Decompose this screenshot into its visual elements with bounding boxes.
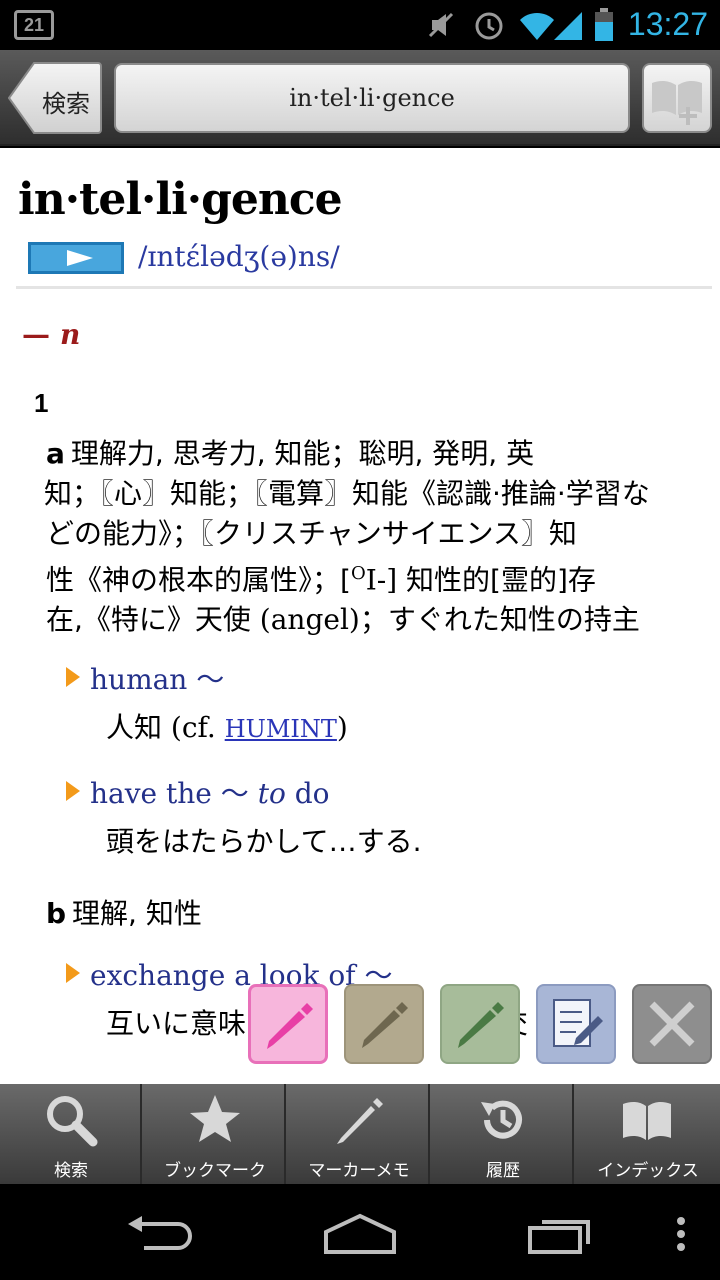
tab-label: 履歴 bbox=[486, 1161, 520, 1181]
headword: in·tel·li·gence bbox=[18, 174, 343, 225]
divider bbox=[16, 286, 712, 289]
system-nav-bar bbox=[0, 1184, 720, 1280]
example-phrase[interactable]: exchange a look of 〜 bbox=[66, 954, 392, 994]
tab-index[interactable]: インデックス bbox=[576, 1084, 720, 1184]
def-text: 知性的[霊的]存 bbox=[397, 563, 596, 597]
clock: 13:27 bbox=[627, 6, 708, 42]
pencil-icon bbox=[337, 1098, 383, 1144]
pos-label: n bbox=[60, 318, 81, 351]
example-translation: 人知 (cf. HUMINT) bbox=[106, 706, 348, 746]
def-line: 理解力, 思考力, 知能；聡明, 発明, 英 bbox=[70, 437, 535, 470]
close-icon bbox=[649, 1001, 695, 1047]
signal-icon bbox=[554, 12, 582, 40]
alarm-icon bbox=[475, 12, 503, 40]
def-line: どの能力》；〖クリスチャンサイエンス〗知 bbox=[46, 517, 577, 550]
memo-button[interactable] bbox=[536, 984, 616, 1064]
battery-icon bbox=[595, 8, 613, 41]
green-marker-button[interactable] bbox=[440, 984, 520, 1064]
phrase-text: human 〜 bbox=[90, 663, 225, 696]
cf-close: ) bbox=[336, 711, 348, 744]
def-line: 性《神の根本的属性》；[OI-] 知性的[霊的]存 bbox=[46, 554, 696, 600]
tab-label: インデックス bbox=[597, 1161, 699, 1181]
tab-label: マーカーメモ bbox=[308, 1161, 410, 1181]
pos-dash: — bbox=[22, 318, 50, 351]
phrase-text: do bbox=[285, 777, 330, 810]
def-text: 性《神の根本的属性》；[ bbox=[46, 563, 351, 597]
history-icon bbox=[481, 1100, 522, 1139]
tab-search[interactable]: 検索 bbox=[0, 1084, 142, 1184]
search-term-field[interactable]: in·tel·li·gence bbox=[114, 63, 630, 133]
add-bookmark-button[interactable] bbox=[642, 63, 712, 133]
tab-bookmark[interactable]: ブックマーク bbox=[144, 1084, 286, 1184]
example-phrase[interactable]: have the 〜 to do bbox=[66, 772, 329, 812]
def-text: 理解, 知性 bbox=[72, 897, 202, 930]
sense-b-definition: b 理解, 知性 bbox=[46, 894, 696, 934]
sense-a-definition: a 理解力, 思考力, 知能；聡明, 発明, 英 知；〖心〗知能；〖電算〗知能《認… bbox=[44, 434, 696, 640]
bullet-triangle-icon bbox=[66, 781, 80, 801]
back-nav-icon[interactable] bbox=[124, 1214, 196, 1254]
notification-count-icon: 21 bbox=[14, 10, 54, 40]
tab-label: ブックマーク bbox=[164, 1161, 266, 1181]
marker-pen-icon bbox=[362, 1002, 408, 1048]
tab-label: 検索 bbox=[54, 1161, 88, 1181]
phrase-text: have the 〜 bbox=[90, 777, 258, 810]
bottom-tab-bar: 検索 ブックマーク マーカーメモ 履歴 インデックス bbox=[0, 1084, 720, 1184]
book-icon bbox=[623, 1101, 671, 1140]
back-search-button[interactable]: 検索 bbox=[8, 62, 102, 134]
tab-history[interactable]: 履歴 bbox=[432, 1084, 574, 1184]
translation-text: 人知 bbox=[106, 711, 163, 744]
part-of-speech: — n bbox=[22, 318, 80, 351]
humint-link[interactable]: HUMINT bbox=[225, 715, 337, 743]
example-phrase[interactable]: human 〜 bbox=[66, 658, 224, 698]
sense-b-letter: b bbox=[46, 897, 67, 930]
mute-icon bbox=[428, 12, 454, 38]
def-text: (angel) bbox=[250, 603, 360, 637]
sense-a-letter: a bbox=[46, 437, 65, 470]
example-translation: 頭をはたらかして…する. bbox=[106, 825, 422, 858]
back-button-label: 検索 bbox=[42, 90, 90, 118]
toolbar: 検索 in·tel·li·gence bbox=[0, 50, 720, 146]
khaki-marker-button[interactable] bbox=[344, 984, 424, 1064]
star-icon bbox=[190, 1095, 240, 1142]
memo-icon bbox=[553, 999, 603, 1047]
play-icon bbox=[67, 250, 93, 266]
status-bar: 21 13:27 bbox=[0, 0, 720, 50]
close-palette-button[interactable] bbox=[632, 984, 712, 1064]
phrase-italic: to bbox=[257, 777, 286, 810]
tab-marker-memo[interactable]: マーカーメモ bbox=[288, 1084, 430, 1184]
def-sup: O bbox=[350, 563, 366, 584]
marker-pen-icon bbox=[267, 1003, 313, 1049]
menu-overflow-icon[interactable] bbox=[676, 1216, 686, 1252]
book-add-icon bbox=[652, 80, 702, 125]
def-line: 知；〖心〗知能；〖電算〗知能《認識·推論·学習な bbox=[44, 477, 650, 510]
dictionary-entry: in·tel·li·gence /ɪntɛ́lədʒ(ə)ns/ — n 1 a理… bbox=[0, 148, 720, 1084]
wifi-icon bbox=[520, 12, 554, 40]
pink-marker-button[interactable] bbox=[248, 984, 328, 1064]
pronunciation: /ɪntɛ́lədʒ(ə)ns/ bbox=[138, 240, 340, 273]
recent-apps-icon[interactable] bbox=[526, 1212, 598, 1256]
def-text: I-] bbox=[365, 563, 398, 597]
def-line: 在,《特に》天使 (angel)；すぐれた知性の持主 bbox=[46, 600, 696, 640]
search-icon bbox=[47, 1096, 98, 1147]
marker-pen-icon bbox=[458, 1002, 504, 1048]
sense-number: 1 bbox=[34, 388, 49, 418]
play-audio-button[interactable] bbox=[28, 242, 124, 274]
bullet-triangle-icon bbox=[66, 963, 80, 983]
bullet-triangle-icon bbox=[66, 667, 80, 687]
def-text: ；すぐれた知性の持主 bbox=[359, 603, 640, 637]
translation-text: 互いに意味 bbox=[106, 1007, 247, 1040]
home-nav-icon[interactable] bbox=[322, 1212, 398, 1254]
cf-text: (cf. bbox=[162, 711, 225, 744]
def-text: 在,《特に》天使 bbox=[46, 603, 251, 637]
